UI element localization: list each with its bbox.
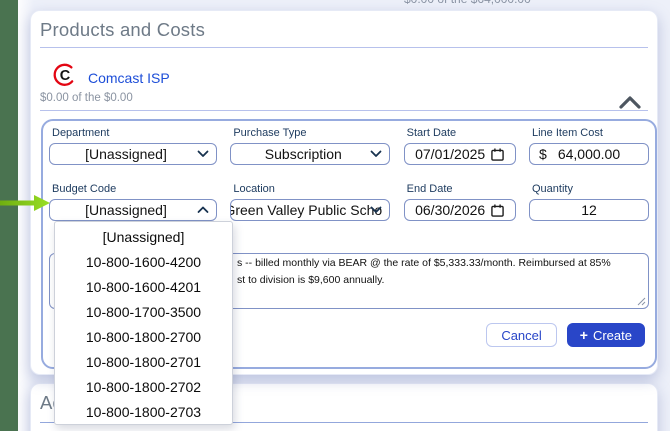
calendar-icon [491,204,504,217]
chevron-down-icon [197,150,209,157]
purchase-type-select[interactable]: Subscription [230,143,391,165]
line-item-cost-label: Line Item Cost [531,127,603,139]
dropdown-option[interactable]: 10-800-1800-2700 [55,324,232,349]
chevron-up-icon [197,206,209,213]
create-button[interactable]: + Create [566,323,645,347]
top-progress-text: $0.00 of the $64,000.00 [404,0,531,6]
description-text-line1: s -- billed monthly via BEAR @ the rate … [237,257,611,269]
line-item-cost-input[interactable]: $ 64,000.00 [528,143,649,165]
dropdown-option[interactable]: 10-800-1800-2701 [55,349,232,374]
comcast-logo-icon: C [53,63,77,92]
location-group: Location Green Valley Public Scho [230,183,391,221]
start-date-input[interactable]: 07/01/2025 [403,143,516,165]
product-subtotal: $0.00 of the $0.00 [40,92,133,104]
resize-handle[interactable] [637,297,646,306]
budget-code-label: Budget Code [52,183,117,195]
form-row-1: Department [Unassigned] Purchase Type Su… [49,127,649,165]
calendar-icon [491,148,504,161]
start-date-label: Start Date [406,127,457,139]
dropdown-option[interactable]: 10-800-1800-2702 [55,374,232,399]
collapse-button[interactable] [617,95,643,113]
dropdown-option[interactable]: [Unassigned] [55,224,232,249]
quantity-group: Quantity 12 [528,183,649,221]
chevron-up-icon [619,96,641,109]
background-green-strip [0,0,18,431]
department-label: Department [52,127,110,139]
chevron-down-icon [370,206,382,213]
line-item-cost-group: Line Item Cost $ 64,000.00 [528,127,649,165]
dropdown-option[interactable]: 10-800-1700-3500 [55,299,232,324]
dropdown-option[interactable]: 10-800-1800-2703 [55,399,232,424]
description-text-line2: st to division is $9,600 annually. [237,274,385,286]
create-button-label: Create [592,327,632,343]
form-row-2: Budget Code [Unassigned] Location Green … [49,183,649,221]
budget-code-select[interactable]: [Unassigned] [49,199,217,221]
department-select[interactable]: [Unassigned] [49,143,217,165]
product-name-link[interactable]: Comcast ISP [88,70,170,86]
cancel-button[interactable]: Cancel [486,323,557,347]
location-select[interactable]: Green Valley Public Scho [230,199,391,221]
quantity-input[interactable]: 12 [528,199,649,221]
end-date-group: End Date 06/30/2026 [403,183,516,221]
product-row: C Comcast ISP [53,63,170,92]
start-date-group: Start Date 07/01/2025 [403,127,516,165]
screen: $0.00 of the $64,000.00 Products and Cos… [0,0,670,431]
department-group: Department [Unassigned] [49,127,217,165]
quantity-label: Quantity [531,183,573,195]
dropdown-option[interactable]: 10-800-1600-4200 [55,249,232,274]
card-title: Products and Costs [40,19,206,40]
currency-symbol: $ [538,146,547,162]
end-date-input[interactable]: 06/30/2026 [403,199,516,221]
chevron-down-icon [370,150,382,157]
svg-text:C: C [60,68,71,84]
budget-code-dropdown-menu: [Unassigned] 10-800-1600-4200 10-800-1600-… [54,221,233,425]
product-divider [40,110,648,111]
purchase-type-group: Purchase Type Subscription [230,127,391,165]
title-underline [40,47,648,48]
plus-icon: + [579,327,588,343]
budget-code-group: Budget Code [Unassigned] [49,183,217,221]
end-date-label: End Date [406,183,453,195]
dropdown-option[interactable]: 10-800-1600-4201 [55,274,232,299]
location-label: Location [233,183,275,195]
purchase-type-label: Purchase Type [233,127,307,139]
annotation-arrow-icon [0,195,50,211]
